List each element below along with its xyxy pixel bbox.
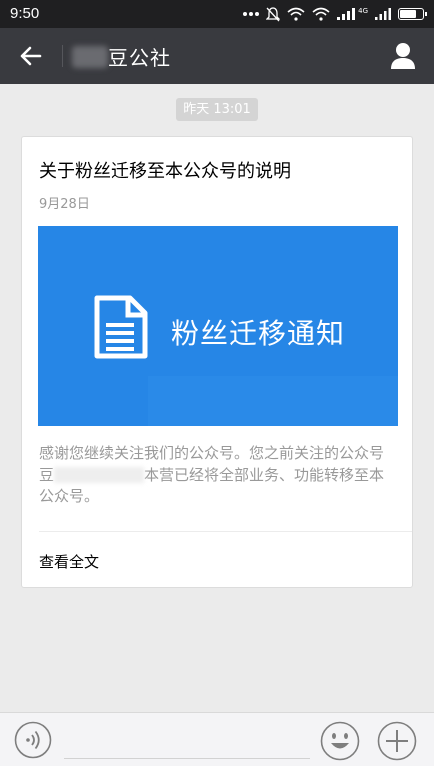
wifi-icon	[287, 7, 305, 21]
wifi-icon-secondary	[312, 7, 330, 21]
redacted-title-prefix	[72, 46, 108, 68]
emoji-icon[interactable]	[320, 721, 360, 761]
signal-icon	[337, 8, 356, 20]
read-more-link[interactable]: 查看全文	[39, 551, 99, 572]
redacted-account-name	[54, 466, 145, 483]
status-time: 9:50	[10, 5, 40, 22]
top-nav-bar: 豆公社	[0, 28, 434, 84]
article-card[interactable]: 关于粉丝迁移至本公众号的说明 9月28日 粉丝迁移通知 感谢您继续关注我们的公众…	[21, 136, 413, 588]
plus-icon[interactable]	[377, 721, 417, 761]
input-toolbar	[0, 712, 434, 766]
article-date: 9月28日	[39, 197, 90, 212]
back-arrow-icon[interactable]	[18, 43, 44, 69]
status-icons: 4G	[243, 6, 427, 22]
profile-icon[interactable]	[390, 42, 416, 70]
message-timestamp: 昨天 13:01	[176, 98, 258, 121]
signal-icon-secondary	[375, 8, 391, 20]
article-cover-image[interactable]: 粉丝迁移通知	[38, 226, 398, 426]
status-bar: 9:50 4G	[0, 0, 434, 28]
document-icon	[94, 295, 148, 359]
network-type-label: 4G	[358, 7, 368, 15]
article-summary: 感谢您继续关注我们的公众号。您之前关注的公众号豆 本营已经将全部业务、功能转移至本…	[39, 443, 395, 508]
cover-heading: 粉丝迁移通知	[171, 317, 346, 350]
article-title: 关于粉丝迁移至本公众号的说明	[39, 161, 291, 182]
more-dots-icon	[243, 12, 260, 16]
battery-icon	[398, 8, 427, 20]
voice-icon[interactable]	[14, 721, 52, 759]
cover-shade-panel	[148, 376, 398, 426]
nav-divider	[62, 45, 63, 67]
page-title: 豆公社	[108, 46, 171, 70]
card-divider	[39, 531, 412, 532]
mute-bell-icon	[266, 7, 281, 22]
message-input[interactable]	[64, 758, 310, 759]
